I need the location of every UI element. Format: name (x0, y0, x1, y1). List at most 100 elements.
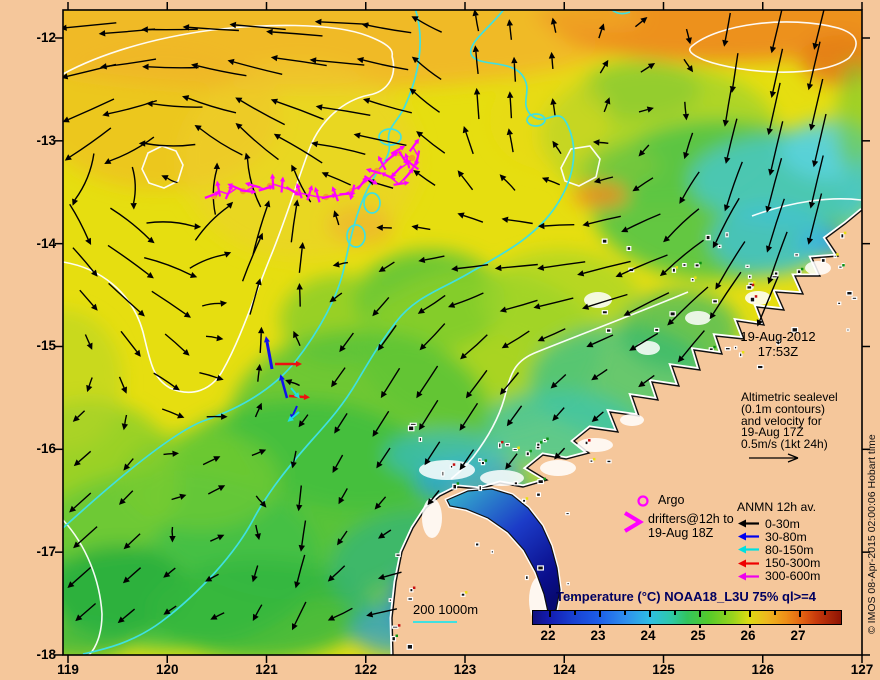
island-speckle (537, 565, 544, 571)
island-speckle (566, 581, 570, 586)
island-speckle (851, 296, 858, 300)
depth-arrow-icon (738, 545, 759, 554)
island-speckle (452, 483, 458, 490)
island-speckle (512, 447, 518, 452)
coastal-dot (800, 267, 804, 271)
temperature-colorbar (532, 610, 842, 628)
argo-label: Argo (658, 493, 685, 507)
coastal-dot (525, 497, 529, 500)
drifter-fix-dot (408, 154, 416, 162)
anmn-legend-item: 150-300m (737, 556, 821, 571)
anmn-legend-item: 30-80m (737, 530, 820, 544)
island-speckle (694, 263, 700, 268)
anmn-legend-item: 0-30m (737, 516, 820, 531)
drifter-chevron-icon (623, 511, 644, 533)
island-speckle (407, 425, 415, 432)
island-speckle (654, 327, 660, 332)
anmn-legend-item: 80-150m (737, 542, 820, 557)
drifter-legend-line: 19-Aug 18Z (648, 525, 714, 540)
cloud-patch (805, 261, 831, 275)
coastal-dot (842, 264, 845, 267)
sst-map-page: 19-Aug-2012 17:53Z Altimetric sealevel (0… (0, 0, 880, 680)
coastal-dot (395, 634, 399, 638)
island-speckle (717, 244, 722, 249)
depth-range-label: 150-300m (765, 556, 821, 571)
lat-axis-label: -13 (36, 132, 56, 148)
island-speckle (794, 253, 800, 257)
date-text: 19-Aug-2012 (740, 329, 816, 344)
island-speckle (690, 277, 695, 282)
coastal-dot (588, 439, 591, 442)
island-speckle (589, 459, 594, 463)
colorbar-minor-tick (774, 611, 776, 615)
lon-axis-label: 127 (850, 662, 874, 677)
isobath-legend-label: 200 1000m (413, 602, 479, 617)
island-speckle (846, 290, 853, 296)
island-speckle (409, 587, 414, 593)
current-vector-arrow (599, 141, 609, 144)
coastal-dot (529, 449, 532, 453)
coastal-dot (517, 446, 520, 450)
current-vector-arrow (299, 289, 301, 307)
lon-axis-label: 123 (453, 662, 477, 677)
anmn-legend-title: ANMN 12h av. (737, 500, 817, 514)
coastal-dot (464, 591, 468, 594)
isobath-legend-line (413, 621, 457, 623)
colorbar-tick (649, 611, 651, 617)
depth-range-label: 300-600m (765, 569, 821, 584)
anmn-legend: ANMN 12h av. 0-30m 30-80m 80-150m 150-300m 3… (737, 500, 820, 583)
colorbar-tick (549, 611, 551, 617)
altimetric-note: Altimetric sealevel (0.1m contours) and ve… (741, 391, 867, 451)
drifter-arrow (339, 192, 351, 196)
anmn-legend-item: 300-600m (737, 569, 821, 584)
lon-axis-label: 121 (255, 662, 278, 677)
island-speckle (749, 296, 756, 303)
island-speckle (391, 625, 399, 629)
time-text: 17:53Z (757, 344, 799, 359)
island-speckle (478, 458, 482, 463)
coastal-dot (699, 261, 702, 265)
depth-range-label: 0-30m (765, 516, 800, 531)
island-speckle (409, 422, 417, 427)
anmn-legend-rows: 0-30m 30-80m 80-150m 150-300m 300-600m (737, 517, 820, 583)
depth-arrow-icon (738, 572, 759, 581)
colorbar-value-label: 25 (690, 628, 706, 643)
coastal-dot (397, 624, 401, 627)
island-speckle (524, 575, 529, 581)
island-speckle (521, 498, 527, 503)
drifter-arrow (271, 178, 275, 190)
island-speckle (605, 328, 612, 333)
cloud-patch (620, 414, 644, 426)
island-speckle (840, 233, 845, 239)
island-speckle (478, 485, 483, 492)
island-speckle (537, 479, 545, 485)
cloud-patch (685, 311, 711, 325)
coastal-dot (456, 482, 460, 485)
island-speckle (606, 459, 612, 464)
coastal-dot (484, 459, 488, 462)
island-speckle (669, 311, 676, 317)
drifter-legend-line: drifters@12h to (648, 512, 734, 526)
cloud-patch (540, 460, 576, 476)
island-speckle (441, 470, 445, 477)
sst-blob (572, 183, 628, 207)
colorbar-title: Temperature (°C) NOAA18_L3U 75% ql>=4 (556, 589, 816, 604)
coastal-dot (754, 295, 758, 298)
coastal-dot (412, 586, 416, 590)
coastal-dot (500, 440, 504, 444)
colorbar-tick (799, 611, 801, 617)
island-speckle (756, 364, 764, 370)
island-speckle (745, 264, 750, 268)
island-speckle (846, 328, 850, 332)
island-speckle (388, 598, 393, 603)
cloud-patch (422, 498, 442, 538)
island-speckle (480, 460, 486, 466)
island-speckle (460, 592, 466, 597)
colorbar-tick (749, 611, 751, 617)
island-speckle (391, 635, 397, 642)
island-speckle (565, 511, 570, 516)
current-vector-arrow (551, 58, 554, 69)
lon-axis-label: 125 (652, 662, 675, 677)
depth-range-label: 80-150m (765, 542, 814, 557)
lat-axis-label: -14 (36, 235, 56, 251)
